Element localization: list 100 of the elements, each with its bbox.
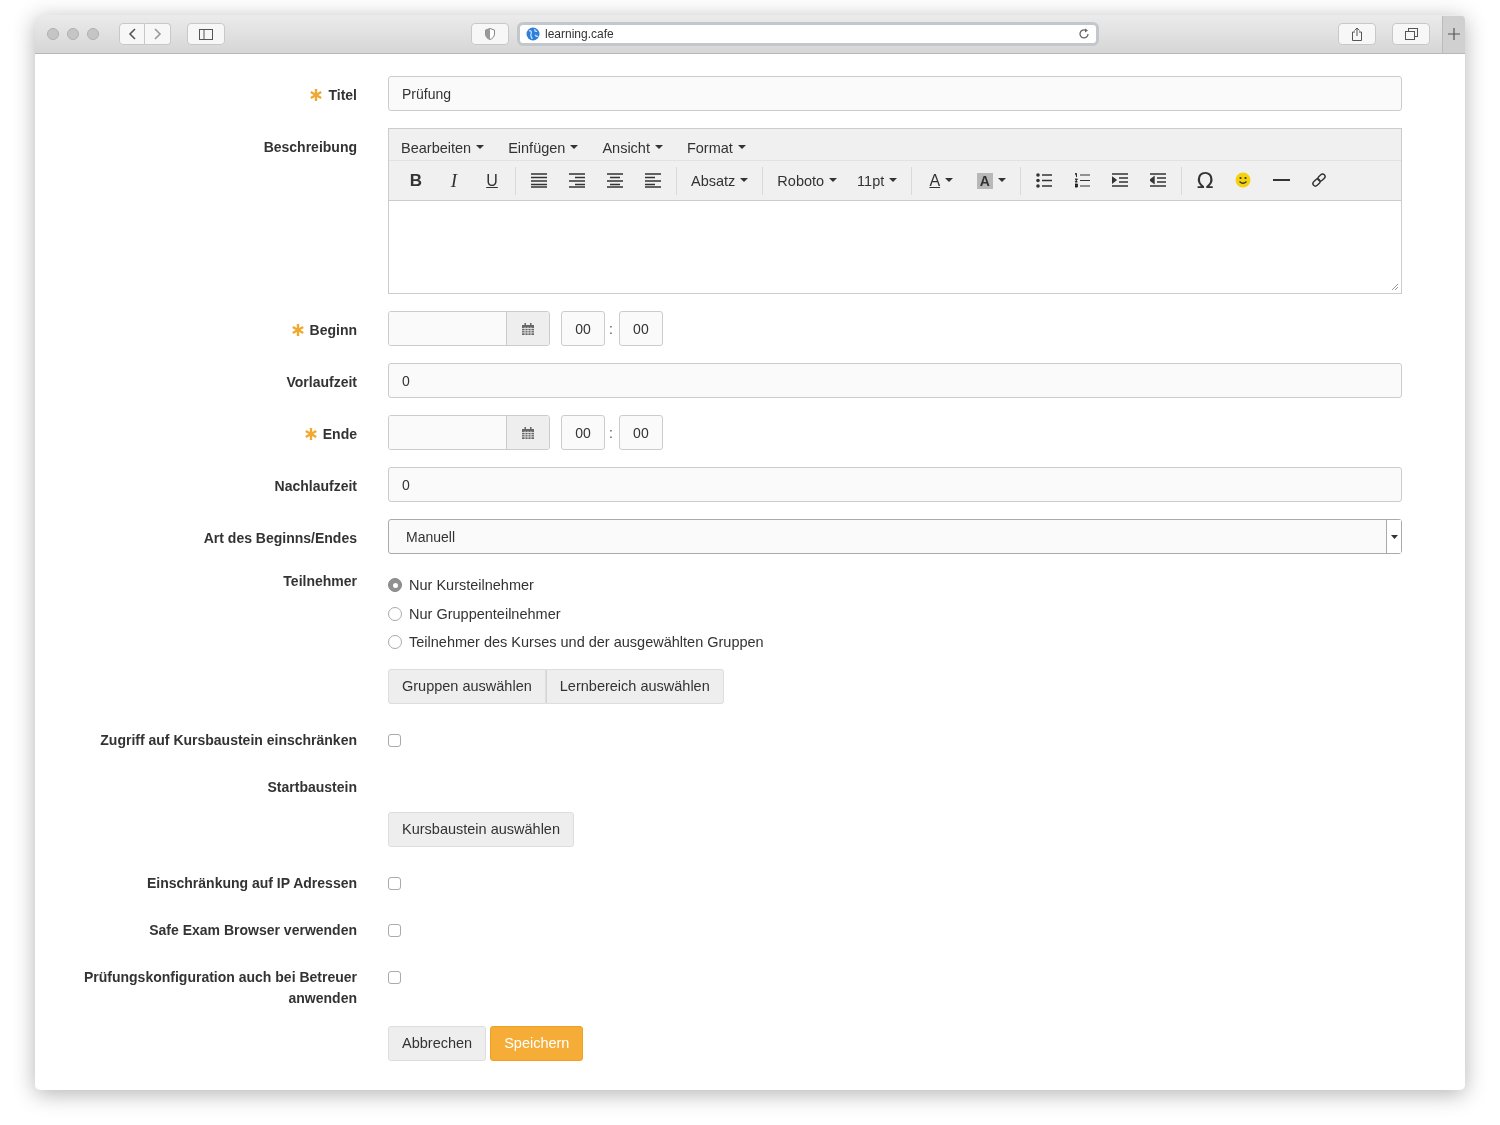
chevron-left-icon [128,28,136,40]
field-label: Nachlaufzeit [274,477,357,496]
link-icon[interactable] [1310,172,1328,189]
text-field[interactable]: 0 [388,467,1402,502]
date-field[interactable] [388,311,550,346]
calendar-icon [522,322,534,335]
caret-icon [829,178,838,183]
text-field[interactable]: Prüfung [388,76,1402,111]
caret-icon [654,145,663,150]
sidebar-button[interactable] [187,23,225,45]
dropdown-select[interactable]: Manuell [388,519,1402,554]
select-button[interactable]: Kursbaustein auswählen [388,811,574,847]
bold-button[interactable]: B [399,166,433,195]
radio-button[interactable] [388,606,402,621]
reload-icon [1078,28,1090,40]
minute-field[interactable]: 00 [618,415,663,450]
caret-icon [889,178,898,183]
dropdown-arrow-icon [1390,534,1398,539]
field-label: Einschränkung auf IP Adressen [146,873,357,893]
window-control-dot[interactable] [47,28,59,40]
field-label: Titel [328,86,357,105]
numbered-list-icon[interactable] [1073,172,1091,189]
menu-item[interactable]: Einfügen [500,135,587,160]
field-value: Prüfung [402,85,452,102]
outdent-icon[interactable] [1149,172,1167,189]
new-tab-button[interactable] [1442,15,1465,53]
share-icon [1351,27,1363,41]
window-control-dot[interactable] [67,28,79,40]
globe-icon [526,27,540,41]
toolbar-dropdown[interactable]: Roboto [769,166,846,195]
caret-icon [945,178,954,183]
field-label: Zugriff auf Kursbaustein einschränken [100,730,357,750]
back-button[interactable] [119,23,145,45]
special-character-button[interactable]: Ω [1188,166,1223,195]
time-separator: : [609,320,613,337]
date-field[interactable] [388,415,550,450]
radio-label[interactable]: Nur Gruppenteilnehmer [409,605,561,622]
cancel-button[interactable]: Abbrechen [388,1025,487,1061]
resize-grip-icon [1391,283,1399,291]
radio-button[interactable] [388,635,402,650]
field-label: Prüfungskonfiguration auch bei Betreuer anwenden [82,967,357,1008]
field-label: Vorlaufzeit [286,373,357,392]
field-label: Ende [322,425,357,444]
calendar-icon [522,426,534,439]
shield-icon [485,28,495,40]
background-color-button[interactable]: A [968,166,1015,195]
checkbox[interactable] [388,970,401,984]
checkbox[interactable] [388,733,401,747]
address-bar[interactable]: learning.cafe [517,22,1099,46]
minute-field[interactable]: 00 [618,311,663,346]
field-label: Art des Beginns/Endes [203,529,357,548]
toolbar-dropdown[interactable]: 11pt [849,166,906,195]
url-text: learning.cafe [545,27,615,41]
radio-label[interactable]: Teilnehmer des Kurses und der ausgewählten Gruppen [409,634,764,651]
align-justify-icon[interactable] [530,172,548,189]
sidebar-icon [199,28,213,40]
text-color-button[interactable]: A [918,166,965,195]
field-label: Teilnehmer [283,572,357,591]
align-center-icon[interactable] [606,172,624,189]
field-label: Startbaustein [267,777,357,797]
radio-button[interactable] [388,578,402,593]
checkbox[interactable] [388,923,401,937]
caret-icon [476,145,485,150]
text-field[interactable]: 0 [388,363,1402,398]
plus-icon [1448,28,1460,40]
select-button[interactable]: Gruppen auswählen [388,668,546,704]
privacy-button[interactable] [471,23,509,45]
select-button[interactable]: Lernbereich auswählen [545,668,724,704]
tabs-button[interactable] [1392,23,1430,45]
field-label: Beginn [309,321,357,340]
window-control-dot[interactable] [87,28,99,40]
selected-option: Manuell [406,528,456,545]
share-button[interactable] [1338,23,1376,45]
field-label: Safe Exam Browser verwenden [149,920,357,940]
smiley-icon[interactable] [1234,172,1252,189]
caret-icon [997,178,1006,183]
indent-icon[interactable] [1111,172,1129,189]
menu-item[interactable]: Bearbeiten [393,135,493,160]
radio-label[interactable]: Nur Kursteilnehmer [409,577,534,594]
toolbar-dropdown[interactable]: Absatz [683,166,757,195]
chevron-right-icon [153,28,162,40]
bullet-list-icon[interactable] [1035,172,1053,189]
field-value: 0 [402,372,410,389]
caret-icon [740,178,749,183]
caret-icon [737,145,746,150]
underline-button[interactable]: U [475,166,509,195]
forward-button[interactable] [145,23,171,45]
time-separator: : [609,424,613,441]
field-label: Beschreibung [263,138,357,157]
menu-item[interactable]: Ansicht [594,135,671,160]
align-left-icon[interactable] [644,172,662,189]
hour-field[interactable]: 00 [561,415,605,450]
italic-button[interactable]: I [437,166,471,195]
field-value: 0 [402,476,410,493]
align-right-icon[interactable] [568,172,586,189]
menu-item[interactable]: Format [678,135,754,160]
tabs-icon [1404,28,1418,40]
checkbox[interactable] [388,876,401,890]
caret-icon [570,145,579,150]
hour-field[interactable]: 00 [561,311,605,346]
